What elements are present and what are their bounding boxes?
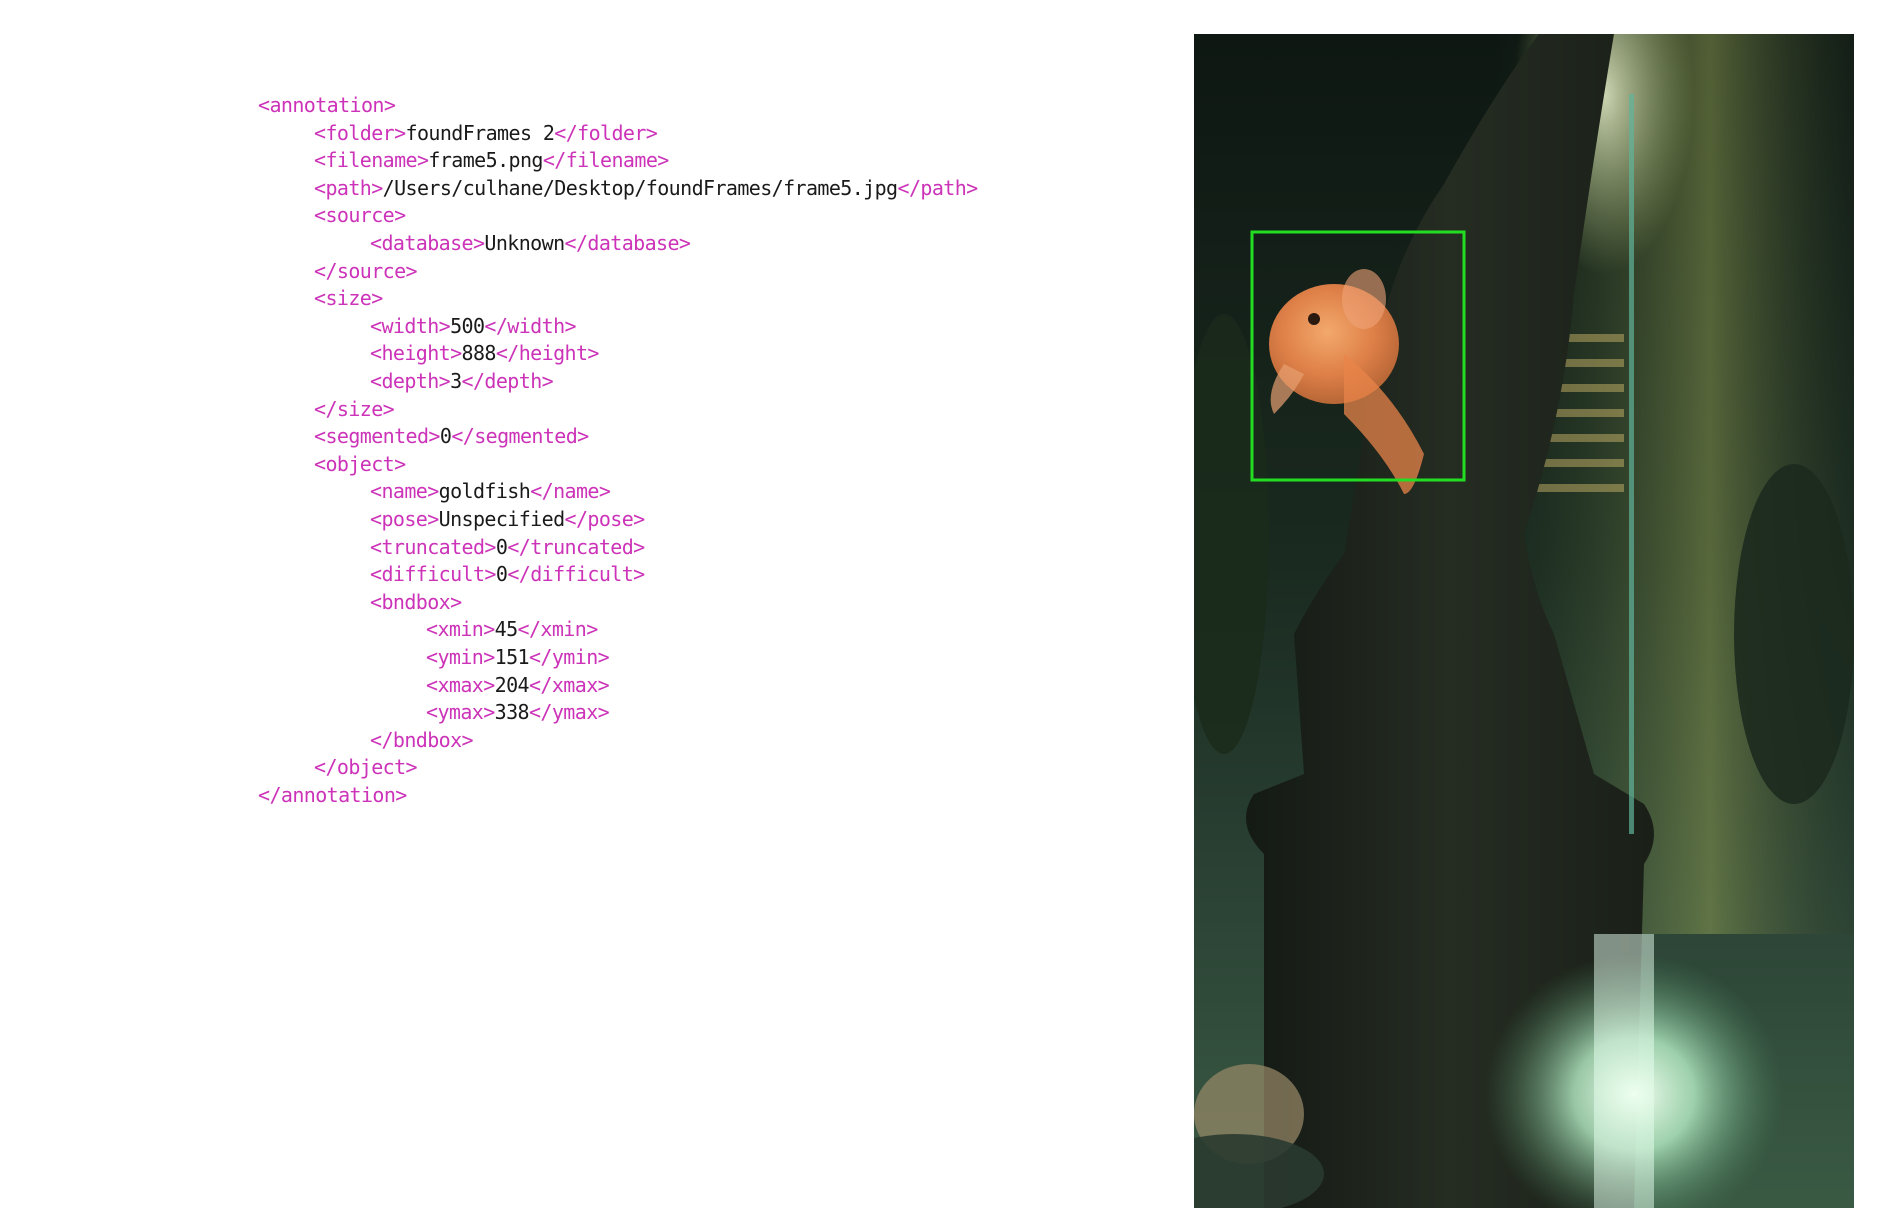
xml-line: <size>	[314, 285, 383, 312]
xml-open-tag: <source>	[314, 203, 406, 228]
xml-line: <database>Unknown</database>	[370, 230, 691, 257]
xml-open-tag: <size>	[314, 286, 383, 311]
xml-value: goldfish	[438, 479, 531, 504]
xml-close-tag: </xmax>	[528, 672, 610, 697]
xml-close-tag: </ymax>	[528, 700, 610, 725]
xml-open-tag: <bndbox>	[370, 589, 462, 614]
xml-close-tag: </filename>	[542, 148, 669, 173]
xml-close-tag: </depth>	[461, 369, 554, 393]
xml-open-tag: <filename>	[314, 148, 429, 173]
xml-open-tag: <segmented>	[314, 424, 440, 449]
xml-value: frame5.png	[428, 148, 543, 173]
xml-line: <truncated>0</truncated>	[370, 534, 645, 561]
xml-line: <source>	[314, 202, 406, 229]
xml-line: <filename>frame5.png</filename>	[314, 147, 669, 174]
xml-open-tag: <difficult>	[370, 562, 496, 587]
xml-value: 0	[495, 534, 508, 559]
xml-line: </size>	[314, 396, 395, 423]
xml-open-tag: <annotation>	[258, 93, 396, 117]
xml-open-tag: <name>	[370, 479, 439, 504]
xml-value: 151	[494, 645, 530, 669]
xml-close-tag: </height>	[495, 341, 600, 366]
xml-line: <path>/Users/culhane/Desktop/foundFrames…	[314, 175, 978, 202]
xml-line: <height>888</height>	[370, 340, 599, 367]
xml-value: Unknown	[484, 231, 565, 255]
xml-close-tag: </ymin>	[528, 645, 610, 669]
xml-open-tag: <width>	[370, 313, 451, 338]
xml-close-tag: </segmented>	[451, 424, 589, 449]
xml-close-tag: </difficult>	[507, 562, 645, 587]
xml-open-tag: <xmin>	[426, 617, 495, 642]
xml-line: <xmin>45</xmin>	[426, 616, 598, 643]
xml-value: Unspecified	[438, 507, 565, 531]
xml-open-tag: <object>	[314, 451, 406, 476]
xml-close-tag: </truncated>	[507, 534, 645, 559]
image-preview	[1194, 34, 1854, 1208]
xml-value: 500	[450, 313, 485, 338]
xml-line: <ymax>338</ymax>	[426, 699, 610, 726]
xml-close-tag: </xmin>	[517, 617, 599, 642]
xml-line: </source>	[314, 258, 418, 285]
xml-close-tag: </path>	[897, 175, 979, 200]
xml-value: 204	[494, 672, 530, 697]
xml-line: </object>	[314, 754, 418, 781]
xml-open-tag: </bndbox>	[370, 727, 474, 752]
xml-line: </annotation>	[258, 782, 407, 809]
xml-close-tag: </folder>	[554, 120, 658, 145]
xml-value: 338	[494, 700, 530, 725]
xml-open-tag: <folder>	[314, 120, 406, 145]
xml-open-tag: <truncated>	[370, 534, 496, 559]
xml-line: <object>	[314, 451, 406, 478]
xml-line: <bndbox>	[370, 589, 462, 616]
xml-value: /Users/culhane/Desktop/foundFrames/frame…	[382, 175, 898, 200]
xml-line: <xmax>204</xmax>	[426, 672, 610, 699]
xml-line: <depth>3</depth>	[370, 368, 554, 395]
xml-open-tag: </object>	[314, 755, 418, 780]
xml-line: <folder>foundFrames 2</folder>	[314, 120, 658, 147]
xml-value: 0	[495, 562, 508, 587]
xml-open-tag: <path>	[314, 175, 383, 200]
xml-open-tag: </size>	[314, 396, 395, 421]
xml-line: <width>500</width>	[370, 313, 577, 340]
xml-open-tag: </source>	[314, 258, 418, 283]
xml-open-tag: <ymin>	[426, 645, 495, 669]
xml-open-tag: <database>	[370, 231, 485, 255]
xml-line: <annotation>	[258, 92, 396, 119]
xml-open-tag: <height>	[370, 341, 462, 366]
xml-open-tag: </annotation>	[258, 783, 407, 807]
xml-open-tag: <xmax>	[426, 672, 495, 697]
xml-close-tag: </database>	[564, 231, 691, 255]
xml-value: 3	[450, 369, 462, 393]
xml-open-tag: <depth>	[370, 369, 451, 393]
xml-open-tag: <pose>	[370, 507, 439, 531]
xml-line: <ymin>151</ymin>	[426, 644, 610, 671]
xml-close-tag: </name>	[530, 479, 611, 504]
xml-open-tag: <ymax>	[426, 700, 495, 725]
xml-line: <segmented>0</segmented>	[314, 423, 589, 450]
xml-value: 0	[439, 424, 452, 449]
xml-close-tag: </width>	[484, 313, 576, 338]
xml-line: <pose>Unspecified</pose>	[370, 506, 645, 533]
xml-value: 888	[461, 341, 497, 366]
xml-value: foundFrames 2	[405, 120, 555, 145]
xml-line: <name>goldfish</name>	[370, 478, 611, 505]
xml-line: <difficult>0</difficult>	[370, 561, 645, 588]
annotation-xml-view: <annotation> <folder>foundFrames 2</folde…	[258, 92, 1158, 822]
xml-line: </bndbox>	[370, 727, 474, 754]
aquarium-photo	[1194, 34, 1854, 1208]
xml-value: 45	[494, 617, 518, 642]
xml-close-tag: </pose>	[564, 507, 646, 531]
